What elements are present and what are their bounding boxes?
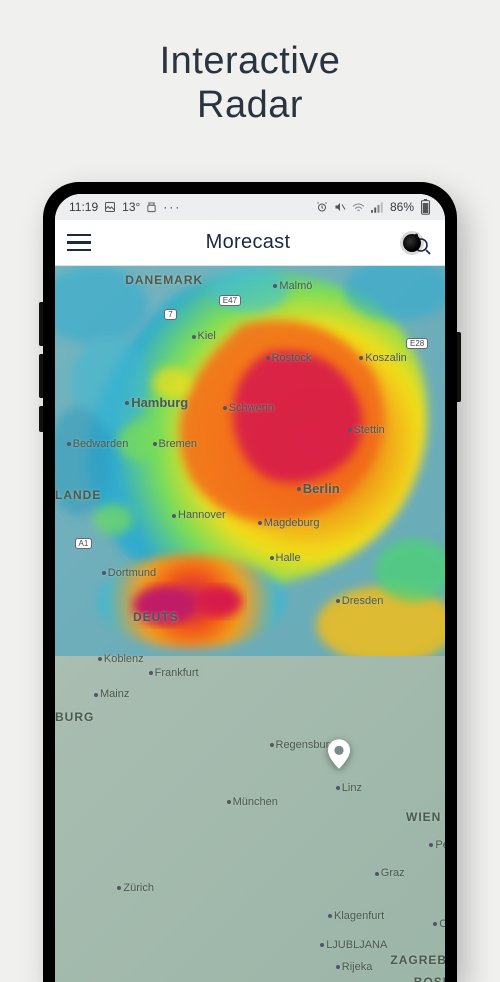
- map-city-label: Pécs: [429, 839, 445, 851]
- map-city-label: Halle: [270, 552, 301, 564]
- app-bar: Morecast: [55, 220, 445, 266]
- bag-icon: [146, 202, 157, 213]
- map-city-label: WIEN: [406, 810, 441, 824]
- status-more: ···: [163, 200, 181, 214]
- promo-line2: Radar: [0, 84, 500, 128]
- map-city-label: München: [227, 796, 278, 808]
- radar-map[interactable]: DANEMARK Kiel Hamburg Schwerin Bremen Malmö Ro…: [55, 266, 445, 982]
- mute-icon: [334, 201, 346, 213]
- camera-hole: [403, 234, 421, 252]
- radar-overlay: [55, 266, 445, 656]
- status-bar: 11:19 13° ···: [55, 194, 445, 220]
- map-city-label: Rijeka: [336, 961, 373, 973]
- status-temp: 13°: [122, 200, 140, 214]
- map-city-label: LJUBLJANA: [320, 939, 387, 951]
- map-route-badge: E28: [406, 338, 428, 349]
- map-city-label: Klagenfurt: [328, 910, 384, 922]
- map-city-label: Dortmund: [102, 567, 156, 579]
- map-city-label: Koblenz: [98, 653, 144, 665]
- status-left: 11:19 13° ···: [69, 200, 181, 214]
- map-city-label: DANEMARK: [125, 273, 203, 287]
- status-battery-pct: 86%: [390, 200, 414, 214]
- map-city-label: Hamburg: [125, 395, 188, 410]
- map-city-label: Magdeburg: [258, 517, 320, 529]
- image-icon: [104, 201, 116, 213]
- side-button: [39, 406, 43, 432]
- map-city-label: Rostock: [266, 352, 312, 364]
- map-route-badge: E47: [219, 295, 241, 306]
- map-city-label: Kiel: [192, 330, 216, 342]
- map-city-label: Osijek: [433, 918, 445, 930]
- map-city-label: Stettin: [348, 424, 385, 436]
- promo-line1: Interactive: [0, 40, 500, 84]
- power-button: [457, 332, 461, 402]
- map-city-label: LANDE: [55, 488, 101, 502]
- signal-icon: [371, 202, 384, 213]
- map-route-badge: 7: [164, 309, 176, 320]
- map-city-label: Malmö: [273, 280, 312, 292]
- map-city-label: Regensburg: [270, 739, 336, 751]
- status-right: 86%: [316, 199, 431, 215]
- volume-down-button: [39, 354, 43, 398]
- map-city-label: Dresden: [336, 595, 384, 607]
- map-city-label: Bedwarden: [67, 438, 129, 450]
- map-city-label: Berlin: [297, 481, 340, 496]
- wifi-icon: [352, 202, 365, 213]
- map-route-badge: A1: [75, 538, 93, 549]
- menu-icon: [67, 234, 91, 237]
- map-city-label: Schwerin: [223, 402, 274, 414]
- promo-title: Interactive Radar: [0, 0, 500, 127]
- volume-up-button: [39, 302, 43, 346]
- status-time: 11:19: [69, 200, 98, 214]
- map-city-label: Bremen: [153, 438, 198, 450]
- map-city-label: Mainz: [94, 688, 129, 700]
- battery-icon: [420, 199, 431, 215]
- map-city-label: Graz: [375, 867, 405, 879]
- alarm-icon: [316, 201, 328, 213]
- screen: 11:19 13° ···: [55, 194, 445, 982]
- map-city-label: Koszalin: [359, 352, 407, 364]
- map-city-label: ZAGREB: [390, 953, 445, 967]
- map-city-label: Hannover: [172, 509, 226, 521]
- map-city-label: Frankfurt: [149, 667, 199, 679]
- map-city-label: DEUTS: [133, 610, 179, 624]
- map-city-label: Linz: [336, 782, 362, 794]
- app-title: Morecast: [206, 231, 291, 254]
- map-city-label: Zürich: [117, 882, 154, 894]
- phone-frame: 11:19 13° ···: [43, 182, 457, 982]
- location-pin-icon[interactable]: [328, 739, 350, 774]
- menu-button[interactable]: [67, 234, 91, 252]
- map-city-label: BOSNIEN: [414, 975, 445, 982]
- map-city-label: BURG: [55, 710, 94, 724]
